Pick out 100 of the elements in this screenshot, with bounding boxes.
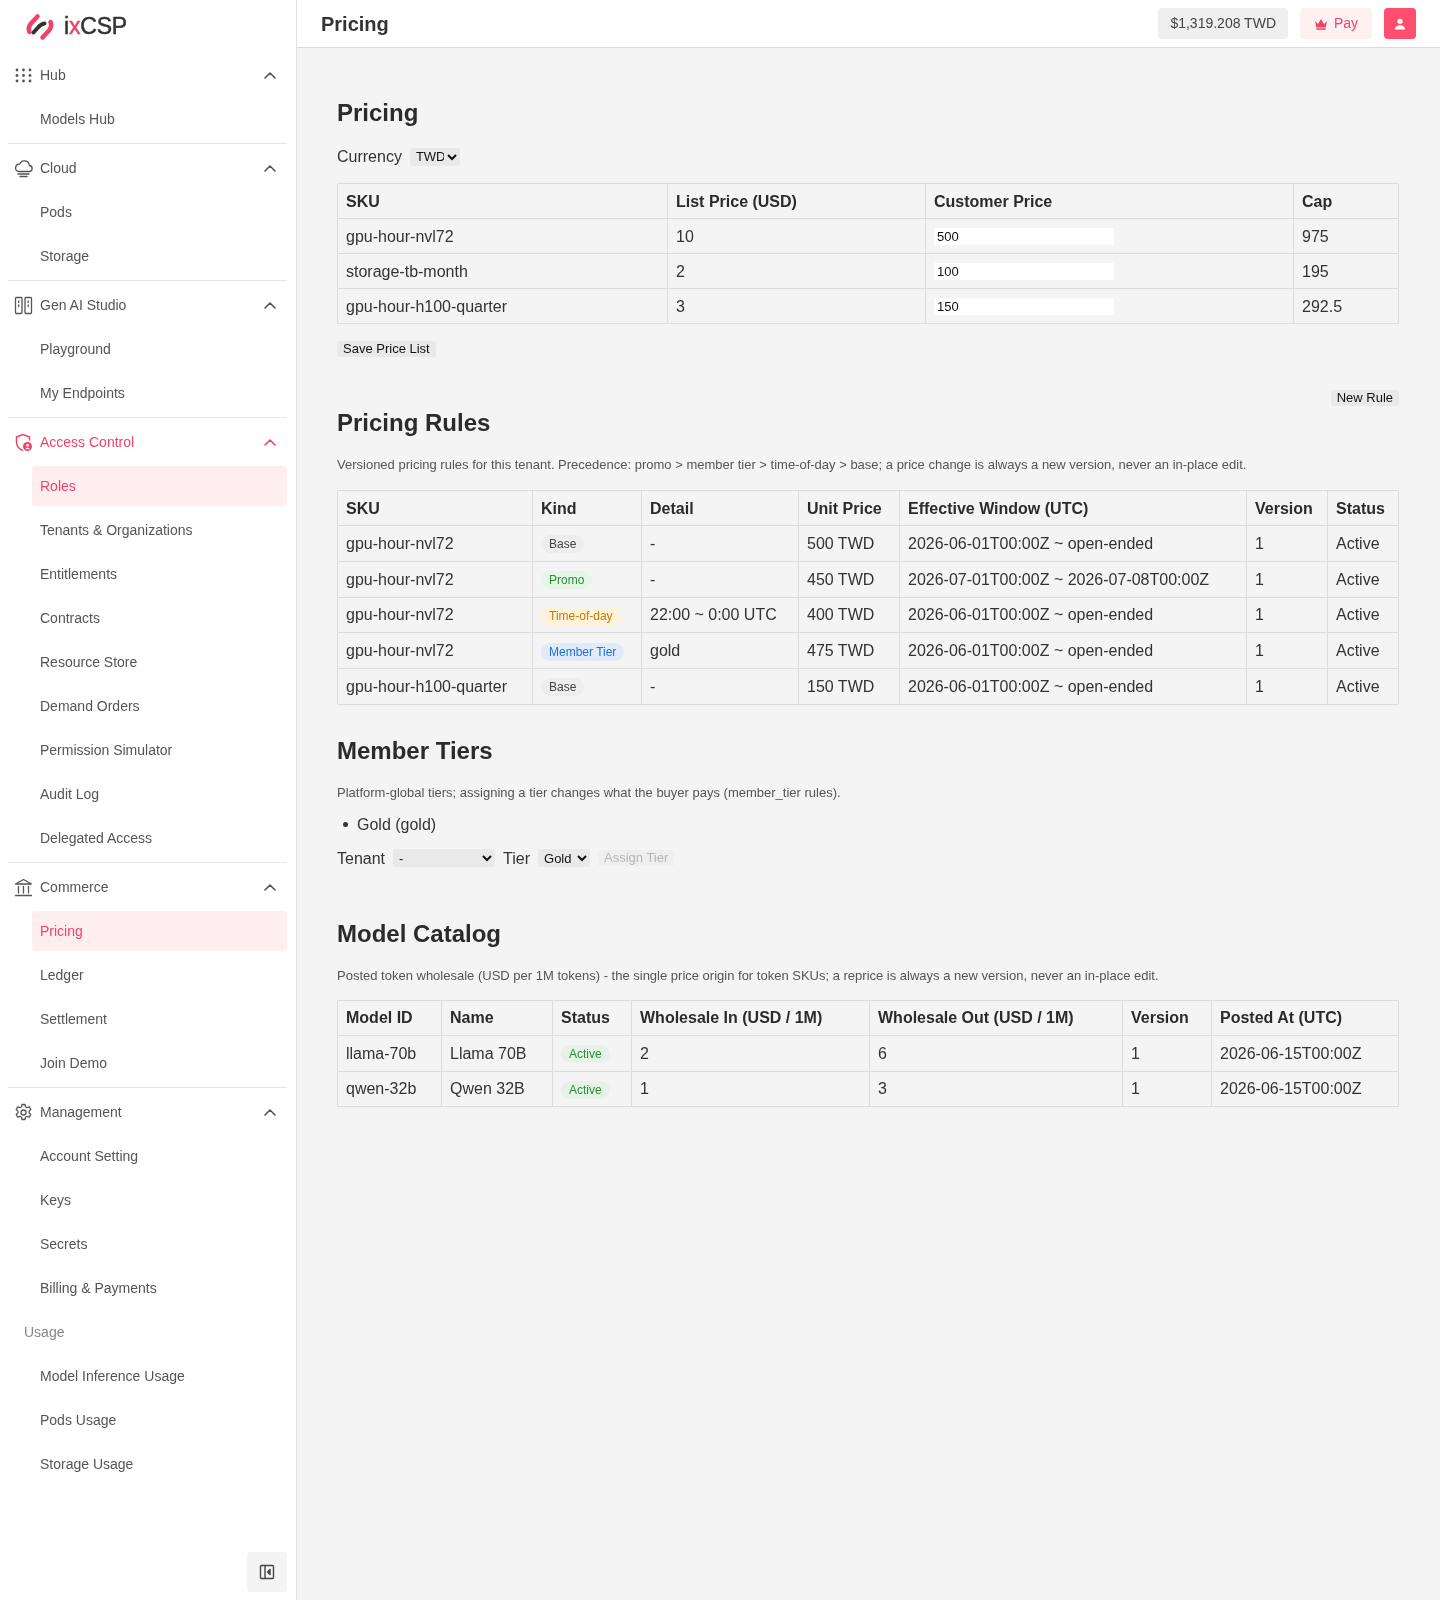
tenant-select[interactable]: - [393,849,496,868]
price-input[interactable]: 100 [934,262,1114,280]
sidebar-item[interactable]: Billing & Payments [32,1268,287,1308]
table-cell: 2026-06-01T00:00Z ~ open-ended [899,525,1247,562]
tenant-label: Tenant [337,848,386,868]
column-header: Status [1327,490,1399,526]
gear-icon [14,1102,33,1122]
save-price-list-button[interactable]: Save Price List [337,341,436,357]
table-cell: 2026-06-01T00:00Z ~ open-ended [899,632,1247,669]
sidebar-item[interactable]: Secrets [32,1224,287,1264]
sidebar-item[interactable]: Delegated Access [32,818,287,858]
table-cell: - [641,668,799,705]
table-cell: 1 [1246,561,1328,598]
table-cell: 2026-07-01T00:00Z ~ 2026-07-08T00:00Z [899,561,1247,598]
sidebar-item[interactable]: Storage [32,236,287,276]
sidebar-item[interactable]: My Endpoints [32,373,287,413]
page-title: Pricing [321,11,389,37]
section-description: Platform-global tiers; assigning a tier changes what the buyer pays (member_tier rules). [337,784,842,801]
table-cell: 2026-06-15T00:00Z [1211,1035,1399,1072]
table-cell: gold [641,632,799,669]
shield-user-icon [14,432,33,452]
table-cell: - [641,525,799,562]
sidebar-item[interactable]: Join Demo [32,1043,287,1083]
new-rule-button[interactable]: New Rule [1330,390,1399,406]
sidebar-group-header[interactable]: Hub [8,55,287,95]
column-header: Version [1246,490,1328,526]
column-header: Effective Window (UTC) [899,490,1247,526]
sidebar-collapse-button[interactable] [247,1552,287,1592]
sidebar-item[interactable]: Account Setting [32,1136,287,1176]
user-menu-button[interactable] [1384,8,1416,39]
sidebar-panel-icon [259,1564,275,1580]
column-header: Cap [1293,183,1399,219]
table-cell: 1 [1122,1035,1212,1072]
sidebar-item[interactable]: Keys [32,1180,287,1220]
tier-select[interactable]: Gold [538,849,590,868]
currency-label: Currency [337,147,402,166]
sidebar-group-header[interactable]: Commerce [8,867,287,907]
panels-icon [14,295,33,315]
sidebar-item[interactable]: Models Hub [32,99,287,139]
table-cell: Active [1327,525,1399,562]
column-header: Model ID [337,1000,442,1036]
sidebar-item[interactable]: Pods [32,192,287,232]
sidebar-group-header[interactable]: Management [8,1092,287,1132]
table-cell: gpu-hour-nvl72 [337,561,533,598]
sidebar-item[interactable]: Tenants & Organizations [32,510,287,550]
column-header: Detail [641,490,799,526]
table-cell: gpu-hour-nvl72 [337,525,533,562]
column-header: Kind [532,490,642,526]
table-cell: llama-70b [337,1035,442,1072]
kind-tag: Base [541,678,585,697]
section-heading: Model Catalog [337,918,502,948]
section-heading: Pricing Rules [337,408,492,437]
column-header: Wholesale Out (USD / 1M) [869,1000,1123,1036]
table-cell: 2 [631,1035,870,1072]
table-cell: 3 [667,288,926,324]
cloud-icon [14,158,33,178]
table-cell: 400 TWD [798,597,900,633]
column-header: SKU [337,183,668,219]
sidebar-group-header[interactable]: Access Control [8,422,287,462]
table-cell: gpu-hour-h100-quarter [337,668,533,705]
sidebar-item[interactable]: Pods Usage [32,1400,287,1440]
sidebar-item[interactable]: Storage Usage [32,1444,287,1484]
sidebar-item[interactable]: Demand Orders [32,686,287,726]
table-cell: 2026-06-01T00:00Z ~ open-ended [899,668,1247,705]
sidebar-item[interactable]: Model Inference Usage [32,1356,287,1396]
price-input[interactable]: 150 [934,297,1114,315]
table-cell: - [641,561,799,598]
status-tag: Active [561,1045,610,1064]
column-header: Name [441,1000,553,1036]
table-cell: Active [1327,632,1399,669]
table-cell: 10 [667,218,926,254]
sidebar-item[interactable]: Entitlements [32,554,287,594]
sidebar-item[interactable]: Audit Log [32,774,287,814]
table-cell: 500 TWD [798,525,900,562]
table-cell: 975 [1293,218,1399,254]
sidebar-group-header[interactable]: Cloud [8,148,287,188]
sidebar-group-header[interactable]: Gen AI Studio [8,285,287,325]
column-header: SKU [337,490,533,526]
sidebar-item[interactable]: Resource Store [32,642,287,682]
table-cell: 2026-06-01T00:00Z ~ open-ended [899,597,1247,633]
table-cell: 450 TWD [798,561,900,598]
table-cell: 150 TWD [798,668,900,705]
section-description: Versioned pricing rules for this tenant. Precedence: promo > member tier > time-of-day > base; a price change is always a new version, never an in-place edit. [337,457,1248,473]
sidebar-item[interactable]: Ledger [32,955,287,995]
sidebar-item[interactable]: Settlement [32,999,287,1039]
table-cell: Qwen 32B [441,1071,553,1107]
sidebar-item[interactable]: Playground [32,329,287,369]
user-icon [1394,17,1406,30]
sidebar-item[interactable]: Contracts [32,598,287,638]
bank-icon [14,877,33,897]
price-input[interactable]: 500 [934,227,1114,245]
table-cell: gpu-hour-nvl72 [337,597,533,633]
bullet-icon [343,821,348,827]
table-cell: 475 TWD [798,632,900,669]
table-cell: qwen-32b [337,1071,442,1107]
table-cell: 1 [1246,597,1328,633]
sidebar-item[interactable]: Permission Simulator [32,730,287,770]
table-cell: Active [1327,668,1399,705]
section-heading: Member Tiers [337,735,494,765]
balance-display: $1,319.208 TWD [1158,8,1288,39]
